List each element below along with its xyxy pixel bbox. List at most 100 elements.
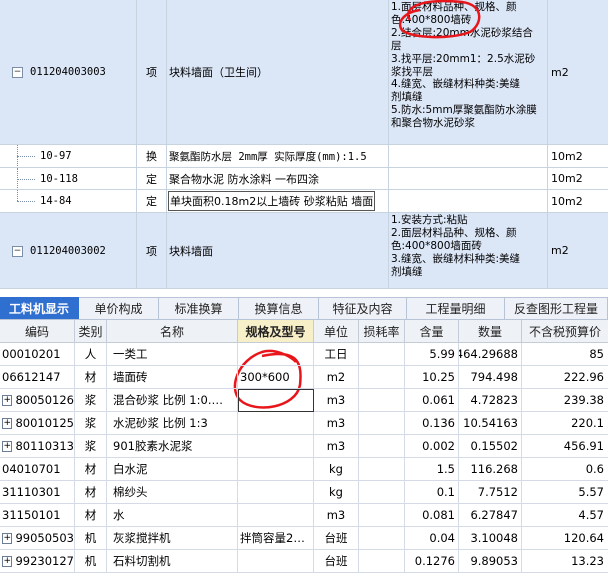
material-quantity[interactable]: 3.10048 [459, 527, 522, 550]
material-loss[interactable] [359, 504, 405, 527]
material-row[interactable]: +99050503 机灰浆搅拌机 拌筒容量2… 台班 0.04 3.10048 120.64 [0, 527, 608, 550]
material-row[interactable]: 31150101 材水 m3 0.081 6.27847 4.57 [0, 504, 608, 527]
material-row[interactable]: +80050126 浆混合砂浆 比例 1:0.… m3 0.061 4.72823 239… [0, 389, 608, 412]
material-spec[interactable]: 拌筒容量2… [238, 527, 314, 550]
material-name[interactable]: 棉纱头 [107, 481, 238, 504]
material-type[interactable]: 机 [75, 527, 107, 550]
material-content[interactable]: 0.061 [405, 389, 459, 412]
material-row[interactable]: +80010125 浆水泥砂浆 比例 1:3 m3 0.136 10.54163 220.… [0, 412, 608, 435]
material-type[interactable]: 材 [75, 481, 107, 504]
plus-box-icon[interactable]: + [2, 417, 13, 429]
material-loss[interactable] [359, 343, 405, 366]
tab-features[interactable]: 特征及内容 [319, 297, 407, 319]
material-name[interactable]: 901胶素水泥浆 [107, 435, 238, 458]
material-unit[interactable]: 台班 [314, 527, 359, 550]
material-price[interactable]: 4.57 [522, 504, 608, 527]
material-loss[interactable] [359, 527, 405, 550]
col-unit[interactable]: 单位 [314, 320, 359, 343]
material-content[interactable]: 1.5 [405, 458, 459, 481]
material-row[interactable]: +99230127 机石料切割机 台班 0.1276 9.89053 13.23 [0, 550, 608, 573]
col-code[interactable]: 编码 [0, 320, 75, 343]
material-loss[interactable] [359, 389, 405, 412]
material-row[interactable]: +80110313 浆 901胶素水泥浆 m3 0.002 0.15502 456.91 [0, 435, 608, 458]
tab-standard-conversion[interactable]: 标准换算 [159, 297, 239, 319]
material-price[interactable]: 120.64 [522, 527, 608, 550]
material-price[interactable]: 85 [522, 343, 608, 366]
plus-box-icon[interactable]: + [2, 440, 13, 452]
material-content[interactable]: 0.136 [405, 412, 459, 435]
material-row[interactable]: 00010201 人一类工 工日 5.99 464.29688 85 [0, 343, 608, 366]
col-spec[interactable]: 规格及型号 [238, 320, 314, 343]
material-quantity[interactable]: 116.268 [459, 458, 522, 481]
material-spec[interactable] [238, 481, 314, 504]
material-row[interactable]: 04010701 材白水泥 kg 1.5 116.268 0.6 [0, 458, 608, 481]
material-name[interactable]: 混合砂浆 比例 1:0.… [107, 389, 238, 412]
plus-box-icon[interactable]: + [2, 555, 13, 567]
material-loss[interactable] [359, 550, 405, 573]
material-content[interactable]: 0.1 [405, 481, 459, 504]
material-type[interactable]: 材 [75, 458, 107, 481]
col-quantity[interactable]: 数量 [459, 320, 522, 343]
material-quantity[interactable]: 9.89053 [459, 550, 522, 573]
material-unit[interactable]: m3 [314, 412, 359, 435]
material-unit[interactable]: kg [314, 481, 359, 504]
material-price[interactable]: 222.96 [522, 366, 608, 389]
material-price[interactable]: 456.91 [522, 435, 608, 458]
material-spec[interactable] [238, 412, 314, 435]
material-row[interactable]: 06612147 材墙面砖 300*600 m2 10.25 794.498 222.96 [0, 366, 608, 389]
material-name[interactable]: 水 [107, 504, 238, 527]
material-quantity[interactable]: 10.54163 [459, 412, 522, 435]
material-name[interactable]: 白水泥 [107, 458, 238, 481]
material-unit[interactable]: m3 [314, 389, 359, 412]
material-price[interactable]: 220.1 [522, 412, 608, 435]
material-content[interactable]: 0.04 [405, 527, 459, 550]
material-name[interactable]: 水泥砂浆 比例 1:3 [107, 412, 238, 435]
material-spec[interactable] [238, 458, 314, 481]
tab-quantity-detail[interactable]: 工程量明细 [407, 297, 505, 319]
material-unit[interactable]: kg [314, 458, 359, 481]
material-spec[interactable] [238, 550, 314, 573]
material-loss[interactable] [359, 366, 405, 389]
material-quantity[interactable]: 464.29688 [459, 343, 522, 366]
col-loss[interactable]: 损耗率 [359, 320, 405, 343]
col-price[interactable]: 不含税预算价 [522, 320, 608, 343]
material-price[interactable]: 0.6 [522, 458, 608, 481]
material-name[interactable]: 灰浆搅拌机 [107, 527, 238, 550]
col-content[interactable]: 含量 [405, 320, 459, 343]
tab-conversion-info[interactable]: 换算信息 [239, 297, 319, 319]
material-name[interactable]: 石料切割机 [107, 550, 238, 573]
material-type[interactable]: 人 [75, 343, 107, 366]
material-content[interactable]: 0.081 [405, 504, 459, 527]
material-name[interactable]: 墙面砖 [107, 366, 238, 389]
tab-material-display[interactable]: 工料机显示 [0, 297, 79, 319]
material-spec[interactable] [238, 343, 314, 366]
material-unit[interactable]: 工日 [314, 343, 359, 366]
material-loss[interactable] [359, 481, 405, 504]
material-spec[interactable] [238, 504, 314, 527]
material-unit[interactable]: 台班 [314, 550, 359, 573]
material-price[interactable]: 13.23 [522, 550, 608, 573]
material-quantity[interactable]: 6.27847 [459, 504, 522, 527]
material-quantity[interactable]: 0.15502 [459, 435, 522, 458]
material-quantity[interactable]: 4.72823 [459, 389, 522, 412]
plus-box-icon[interactable]: + [2, 394, 13, 406]
tab-reverse-lookup[interactable]: 反查图形工程量 [505, 297, 608, 319]
material-loss[interactable] [359, 435, 405, 458]
col-type[interactable]: 类别 [75, 320, 107, 343]
material-content[interactable]: 0.1276 [405, 550, 459, 573]
material-unit[interactable]: m3 [314, 504, 359, 527]
col-name[interactable]: 名称 [107, 320, 238, 343]
material-loss[interactable] [359, 458, 405, 481]
material-type[interactable]: 机 [75, 550, 107, 573]
material-type[interactable]: 材 [75, 504, 107, 527]
plus-box-icon[interactable]: + [2, 532, 13, 544]
material-price[interactable]: 239.38 [522, 389, 608, 412]
material-type[interactable]: 材 [75, 366, 107, 389]
material-content[interactable]: 5.99 [405, 343, 459, 366]
material-spec[interactable] [238, 435, 314, 458]
material-row[interactable]: 31110301 材棉纱头 kg 0.1 7.7512 5.57 [0, 481, 608, 504]
material-type[interactable]: 浆 [75, 435, 107, 458]
material-quantity[interactable]: 7.7512 [459, 481, 522, 504]
material-unit[interactable]: m3 [314, 435, 359, 458]
material-spec[interactable]: 300*600 [238, 366, 314, 389]
